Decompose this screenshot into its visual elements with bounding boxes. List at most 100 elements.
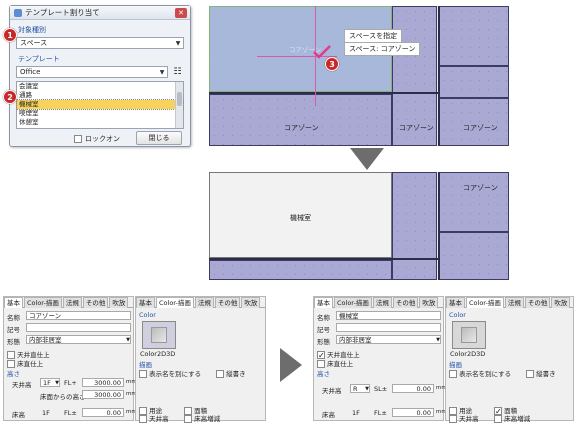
- name-input[interactable]: コアゾーン: [26, 311, 131, 320]
- tab-open[interactable]: 吹放: [551, 297, 571, 308]
- checkbox-icon[interactable]: [526, 370, 534, 378]
- checkbox-icon[interactable]: [317, 360, 325, 368]
- zone-core[interactable]: [392, 172, 437, 280]
- checkbox-icon[interactable]: [74, 135, 82, 143]
- zone-core[interactable]: コアゾーン: [438, 98, 509, 146]
- ceiling-level-select[interactable]: R ▼: [350, 384, 370, 393]
- ceiling-height-checkbox[interactable]: 天井高: [139, 413, 169, 423]
- zone-core[interactable]: [438, 232, 509, 280]
- vertical-text-checkbox[interactable]: 縦書き: [216, 368, 246, 378]
- zone-core[interactable]: [209, 260, 392, 280]
- floor-delta-checkbox[interactable]: 床高増減: [494, 413, 530, 423]
- tab-color[interactable]: Color-描画: [24, 297, 62, 308]
- tooltip-title: スペースを指定: [344, 29, 403, 43]
- target-type-value: スペース: [20, 39, 48, 47]
- symbol-input[interactable]: [336, 323, 441, 332]
- zone-label: コアゾーン: [284, 124, 319, 132]
- floor-height-input[interactable]: 0.00: [392, 408, 434, 417]
- target-type-select[interactable]: スペース ▼: [16, 37, 184, 49]
- chevron-down-icon: ▼: [159, 68, 165, 76]
- tab-bar: 基本 Color-描画 法規 その他 吹放: [314, 297, 443, 308]
- tab-color[interactable]: Color-描画: [334, 297, 372, 308]
- ceiling-height-input[interactable]: 0.00: [392, 384, 434, 393]
- list-scrollbar[interactable]: [175, 82, 183, 128]
- template-list[interactable]: 会議室 通路 機械室 喫煙室 休憩室: [16, 81, 184, 129]
- scrollbar-thumb[interactable]: [177, 92, 182, 106]
- zone-core[interactable]: コアゾーン: [438, 172, 509, 232]
- list-settings-icon[interactable]: ☷: [171, 66, 184, 78]
- show-name-checkbox[interactable]: 表示名を別にする: [449, 368, 511, 378]
- vertical-text-checkbox[interactable]: 縦書き: [526, 368, 556, 378]
- zone-core[interactable]: [438, 66, 509, 98]
- tab-color[interactable]: Color-描画: [156, 297, 194, 308]
- zone-core[interactable]: コアゾーン: [209, 94, 392, 146]
- ceiling-height-input[interactable]: 3000.00: [82, 378, 124, 387]
- list-item-selected[interactable]: 機械室: [16, 99, 184, 110]
- tab-law[interactable]: 法規: [62, 297, 82, 308]
- chevron-down-icon: ▼: [365, 386, 369, 392]
- tab-other[interactable]: その他: [392, 297, 419, 308]
- tab-open[interactable]: 吹放: [241, 297, 261, 308]
- wall-line: [209, 92, 438, 94]
- floor-delta-label: 床高増減: [504, 415, 531, 423]
- ceiling-height-checkbox[interactable]: 天井高: [449, 413, 479, 423]
- step-badge-1: 1: [3, 28, 17, 42]
- floor-to-height-input[interactable]: 3000.00: [82, 390, 124, 399]
- form-label: 形態: [317, 338, 330, 346]
- color-swatch[interactable]: [142, 321, 176, 349]
- zone-core[interactable]: コアゾーン: [392, 6, 437, 146]
- tab-other[interactable]: その他: [82, 297, 109, 308]
- floor-finish-checkbox[interactable]: 床直仕上: [7, 358, 43, 368]
- checkbox-icon[interactable]: [184, 415, 192, 423]
- close-icon[interactable]: ✕: [175, 8, 187, 18]
- lock-on-checkbox[interactable]: ロックオン: [74, 134, 120, 144]
- tab-color[interactable]: Color-描画: [466, 297, 504, 308]
- tab-law[interactable]: 法規: [372, 297, 392, 308]
- symbol-input[interactable]: [26, 323, 131, 332]
- floor-delta-checkbox[interactable]: 床高増減: [184, 413, 220, 423]
- form-select[interactable]: 内部非居室 ▼: [336, 335, 441, 344]
- machine-room-space[interactable]: 機械室: [209, 172, 392, 258]
- zone-core[interactable]: [438, 6, 509, 66]
- name-input[interactable]: 機械室: [336, 311, 441, 320]
- tab-law[interactable]: 法規: [504, 297, 524, 308]
- property-panel-after: 基本 Color-描画 法規 その他 吹放 名称 機械室 記号 形態 内部非居室…: [313, 296, 447, 421]
- form-label: 形態: [7, 338, 20, 346]
- list-item[interactable]: 喫煙室: [17, 109, 183, 118]
- tab-law[interactable]: 法規: [194, 297, 214, 308]
- color-swatch[interactable]: [452, 321, 486, 349]
- tab-basic[interactable]: 基本: [446, 297, 465, 308]
- checkbox-icon[interactable]: [7, 360, 15, 368]
- form-select[interactable]: 内部非居室 ▼: [26, 335, 131, 344]
- floor-finish-label: 床直仕上: [327, 360, 354, 368]
- tab-basic[interactable]: 基本: [314, 297, 333, 308]
- dialog-titlebar[interactable]: テンプレート割り当て: [10, 6, 190, 20]
- tab-other[interactable]: その他: [524, 297, 551, 308]
- checkbox-icon[interactable]: [216, 370, 224, 378]
- tab-basic[interactable]: 基本: [4, 297, 23, 308]
- checkbox-icon[interactable]: [494, 415, 502, 423]
- list-item[interactable]: 休憩室: [17, 118, 183, 127]
- checkbox-icon[interactable]: [449, 415, 457, 423]
- tab-basic[interactable]: 基本: [136, 297, 155, 308]
- tab-open[interactable]: 吹放: [419, 297, 439, 308]
- floor-height-input[interactable]: 0.00: [82, 408, 124, 417]
- room-label: 機械室: [290, 214, 311, 222]
- show-name-checkbox[interactable]: 表示名を別にする: [139, 368, 201, 378]
- template-select[interactable]: Office ▼: [16, 66, 168, 78]
- tooltip-value: スペース: コアゾーン: [344, 42, 421, 56]
- list-item[interactable]: 会議室: [17, 82, 183, 91]
- checkbox-icon[interactable]: [139, 370, 147, 378]
- floor-height-label: 床高: [12, 411, 25, 419]
- tab-open[interactable]: 吹放: [109, 297, 129, 308]
- checkbox-icon[interactable]: [139, 415, 147, 423]
- checkbox-icon[interactable]: [449, 370, 457, 378]
- tab-other[interactable]: その他: [214, 297, 241, 308]
- ceiling-level-select[interactable]: 1F ▼: [40, 378, 60, 387]
- floor-finish-checkbox[interactable]: 床直仕上: [317, 358, 353, 368]
- list-item[interactable]: 通路: [17, 91, 183, 100]
- plan-view-after[interactable]: 機械室 コアゾーン: [209, 172, 509, 280]
- zone-label: コアゾーン: [463, 124, 498, 132]
- close-button[interactable]: 閉じる: [136, 131, 182, 145]
- plan-view-before[interactable]: コアゾーン コアゾーン コアゾーン コアゾーン スペースを指定 スペース: コア…: [209, 6, 509, 146]
